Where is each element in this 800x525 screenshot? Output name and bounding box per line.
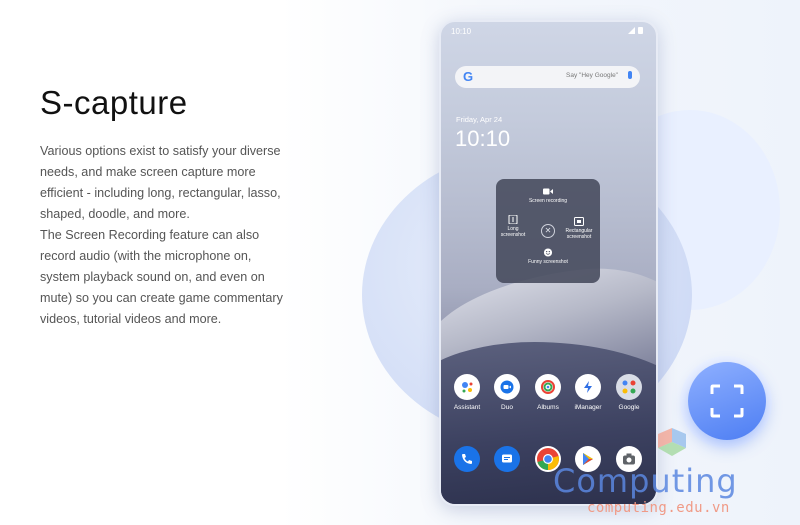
assistant-icon bbox=[454, 374, 480, 400]
search-hint: Say "Hey Google" bbox=[566, 72, 618, 79]
app-assistant[interactable]: Assistant bbox=[447, 374, 487, 411]
close-icon[interactable]: ✕ bbox=[541, 224, 555, 238]
app-label: Assistant bbox=[453, 404, 481, 411]
phone-icon bbox=[454, 446, 480, 472]
dock-messages[interactable] bbox=[487, 446, 527, 472]
rectangular-screenshot-label: Rectangular screenshot bbox=[565, 228, 593, 240]
funny-screenshot-option[interactable]: Funny screenshot bbox=[528, 248, 568, 265]
signal-battery-icon bbox=[628, 26, 646, 36]
dock-phone[interactable] bbox=[447, 446, 487, 472]
home-clock: 10:10 bbox=[455, 126, 511, 151]
duo-icon bbox=[494, 374, 520, 400]
screenshot-frame-icon bbox=[710, 384, 744, 418]
rectangular-screenshot-option[interactable]: Rectangular screenshot bbox=[560, 217, 598, 240]
messages-icon bbox=[494, 446, 520, 472]
app-label: Duo bbox=[501, 404, 513, 411]
page-title: S-capture bbox=[40, 84, 188, 121]
app-label: Albums bbox=[537, 404, 559, 411]
app-imanager[interactable]: iManager bbox=[568, 374, 608, 411]
video-camera-icon bbox=[543, 188, 553, 195]
screen-recording-option[interactable]: Screen recording bbox=[528, 187, 568, 204]
app-albums[interactable]: Albums bbox=[528, 374, 568, 411]
google-folder-icon bbox=[616, 374, 642, 400]
long-screenshot-label: Long screenshot bbox=[500, 226, 526, 238]
phone-mockup: 10:10 G Say "Hey Google" Friday, Apr 24 … bbox=[439, 20, 658, 506]
watermark-url: computing.edu.vn bbox=[587, 500, 730, 516]
app-label: Google bbox=[618, 404, 640, 411]
long-screenshot-option[interactable]: Long screenshot bbox=[498, 215, 528, 238]
app-label: iManager bbox=[574, 404, 602, 411]
smiley-icon bbox=[543, 248, 553, 257]
home-date: Friday, Apr 24 bbox=[456, 115, 503, 124]
long-screenshot-icon bbox=[508, 215, 518, 224]
app-google-folder[interactable]: Google bbox=[609, 374, 649, 411]
google-logo-icon: G bbox=[463, 69, 474, 84]
feature-description: Various options exist to satisfy your di… bbox=[40, 141, 290, 330]
rectangular-screenshot-icon bbox=[574, 217, 584, 226]
description-paragraph-2: The Screen Recording feature can also re… bbox=[40, 228, 283, 326]
screen-recording-label: Screen recording bbox=[528, 198, 568, 204]
description-paragraph-1: Various options exist to satisfy your di… bbox=[40, 144, 281, 221]
status-bar-time: 10:10 bbox=[451, 27, 472, 36]
imanager-icon bbox=[575, 374, 601, 400]
app-duo[interactable]: Duo bbox=[487, 374, 527, 411]
watermark-brand: Computing bbox=[553, 462, 738, 500]
s-capture-menu: Screen recording Long screenshot ✕ Recta… bbox=[496, 179, 600, 283]
screen-capture-button[interactable] bbox=[688, 362, 766, 440]
albums-icon bbox=[535, 374, 561, 400]
microphone-icon[interactable] bbox=[628, 71, 632, 79]
google-search-bar[interactable]: G Say "Hey Google" bbox=[455, 66, 640, 88]
funny-screenshot-label: Funny screenshot bbox=[528, 259, 568, 265]
